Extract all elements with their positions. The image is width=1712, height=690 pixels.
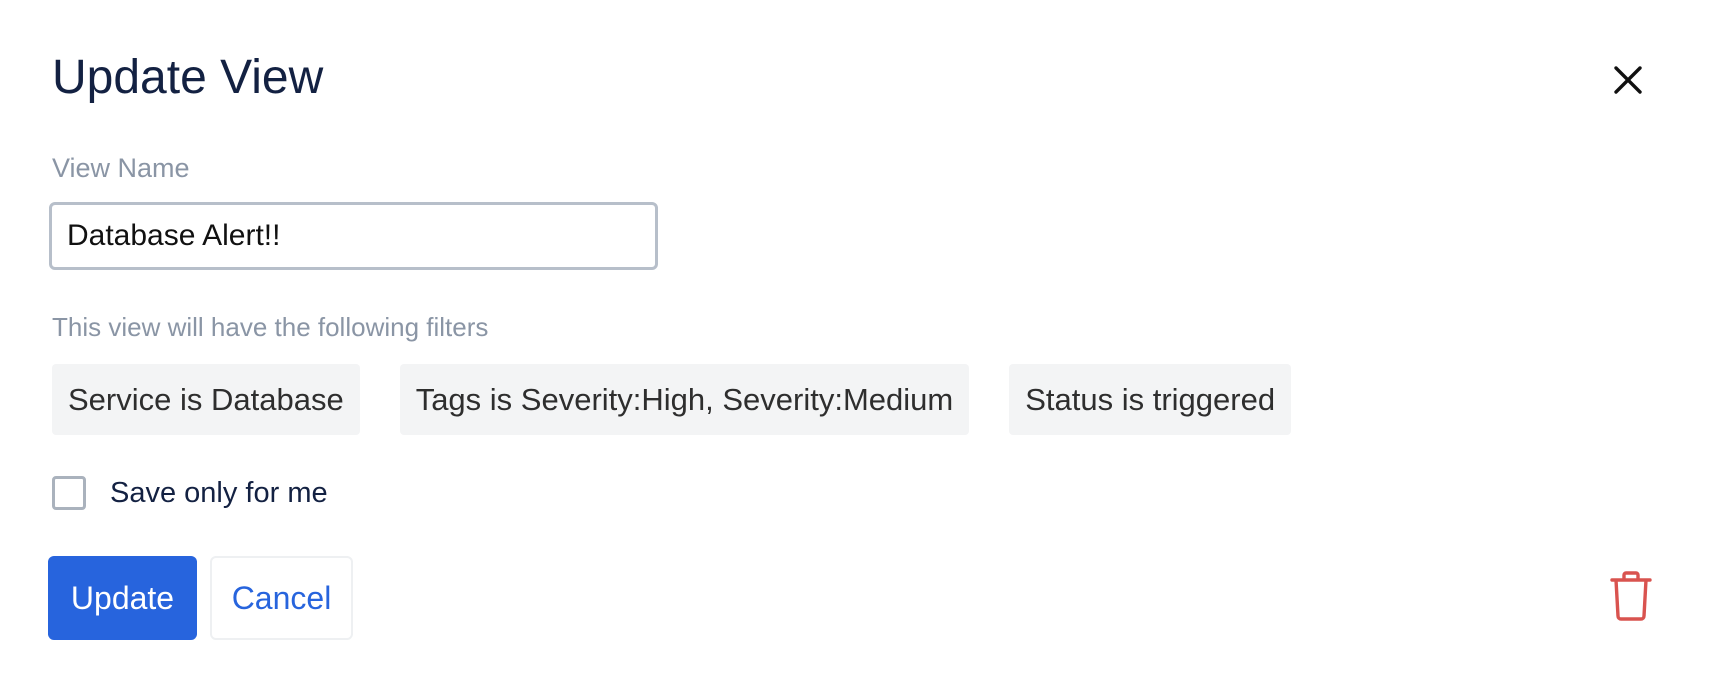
save-only-for-me-option[interactable]: Save only for me [52,476,328,510]
filter-chip-tags: Tags is Severity:High, Severity:Medium [399,364,970,435]
filter-chip-service: Service is Database [52,364,360,435]
cancel-button[interactable]: Cancel [210,556,353,640]
trash-icon[interactable] [1609,570,1653,622]
filter-chip-status: Status is triggered [1009,364,1292,435]
filters-label: This view will have the following filter… [52,312,489,342]
close-icon[interactable] [1610,62,1646,98]
save-only-for-me-label: Save only for me [110,476,328,509]
update-view-dialog: Update View View Name This view will hav… [0,0,1712,690]
filter-chip-list: Service is Database Tags is Severity:Hig… [52,364,1292,435]
save-only-for-me-checkbox[interactable] [52,476,86,510]
update-button[interactable]: Update [48,556,197,640]
view-name-input[interactable] [49,202,658,270]
view-name-label: View Name [52,153,190,183]
dialog-title: Update View [52,51,324,104]
